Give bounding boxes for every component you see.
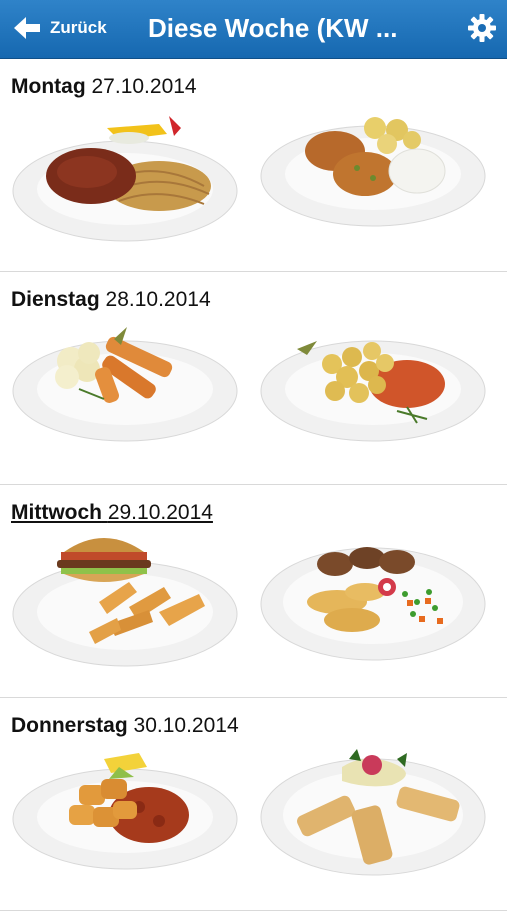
day-section-wednesday: Mittwoch 29.10.2014 [0, 485, 507, 698]
day-name: Mittwoch [11, 501, 102, 524]
back-button[interactable]: Zurück [12, 10, 107, 46]
day-heading[interactable]: Mittwoch 29.10.2014 [11, 501, 213, 525]
meal-card[interactable] [9, 106, 242, 248]
meal-card[interactable] [257, 745, 490, 887]
meal-card[interactable] [9, 745, 242, 887]
gear-icon[interactable] [467, 13, 497, 43]
meatballs-vegetables-dish [260, 547, 486, 661]
day-name: Dienstag [11, 288, 100, 311]
spaghetti-bolognese-dish [12, 116, 238, 242]
day-name: Montag [11, 75, 86, 98]
arrow-left-icon [14, 17, 40, 39]
burger-wedges-dish [12, 538, 238, 667]
fish-sticks-salad-dish [260, 749, 486, 876]
day-section-monday: Montag 27.10.2014 [0, 59, 507, 272]
back-button-label: Zurück [50, 18, 107, 37]
meal-card[interactable] [257, 532, 490, 674]
day-date: 28.10.2014 [105, 288, 211, 311]
nuggets-sauce-dish [12, 753, 238, 870]
fish-fingers-mash-dish [12, 327, 238, 442]
meal-card[interactable] [257, 319, 490, 461]
day-heading[interactable]: Donnerstag 30.10.2014 [11, 714, 239, 738]
day-date: 27.10.2014 [91, 75, 197, 98]
fish-cakes-potatoes-dish [260, 117, 486, 227]
meal-card[interactable] [9, 319, 242, 461]
top-app-bar: Zurück Diese Woche (KW ... [0, 0, 507, 59]
day-heading[interactable]: Dienstag 28.10.2014 [11, 288, 211, 312]
week-menu-list: Montag 27.10.2014 Dienstag 28.10.2014 Mi… [0, 59, 507, 911]
meal-card[interactable] [257, 106, 490, 248]
day-name: Donnerstag [11, 714, 128, 737]
day-section-tuesday: Dienstag 28.10.2014 [0, 272, 507, 485]
day-section-thursday: Donnerstag 30.10.2014 [0, 698, 507, 911]
page-title: Diese Woche (KW ... [148, 13, 398, 43]
day-date: 29.10.2014 [107, 501, 213, 524]
day-heading[interactable]: Montag 27.10.2014 [11, 75, 197, 99]
day-date: 30.10.2014 [133, 714, 239, 737]
meal-card[interactable] [9, 532, 242, 674]
potatoes-sauce-dish [260, 340, 486, 442]
